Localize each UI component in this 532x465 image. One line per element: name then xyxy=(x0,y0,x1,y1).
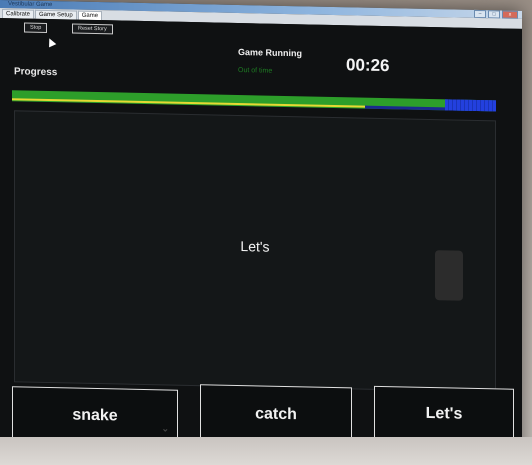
choice-button-3[interactable]: Let's xyxy=(374,385,514,443)
chevron-down-icon: ⌄ xyxy=(161,423,169,434)
minimize-button[interactable]: – xyxy=(474,9,486,19)
progress-bar xyxy=(12,90,496,112)
choice-button-2[interactable]: catch xyxy=(200,384,352,445)
monitor-bezel xyxy=(0,437,532,465)
game-status-subtitle: Out of time xyxy=(238,66,273,75)
choice-label-3: Let's xyxy=(425,404,463,423)
screen-glare xyxy=(435,250,463,301)
mouse-cursor-icon xyxy=(45,36,57,48)
game-status-title: Game Running xyxy=(238,46,303,59)
current-story-word: Let's xyxy=(240,238,270,255)
reset-story-button[interactable]: Reset Story xyxy=(72,23,113,35)
choice-label-2: catch xyxy=(255,404,297,423)
progress-label: Progress xyxy=(14,66,58,79)
stop-button[interactable]: Stop xyxy=(24,22,48,33)
game-panel: Stop Reset Story Progress Game Running O… xyxy=(0,18,522,463)
maximize-button[interactable]: □ xyxy=(488,10,500,19)
app-window: Vestibular Game – □ x Calibrate Game Set… xyxy=(0,0,522,463)
photo-frame: Vestibular Game – □ x Calibrate Game Set… xyxy=(0,0,532,465)
timer: 00:26 xyxy=(346,55,390,76)
choice-label-1: snake xyxy=(72,406,118,425)
tab-game[interactable]: Game xyxy=(77,10,103,21)
progress-blue-segment xyxy=(445,99,496,112)
progress-yellow-segment xyxy=(12,98,366,108)
story-stage: Let's xyxy=(14,110,496,393)
window-title: Vestibular Game xyxy=(8,1,53,9)
progress-blue-underline xyxy=(365,105,446,111)
